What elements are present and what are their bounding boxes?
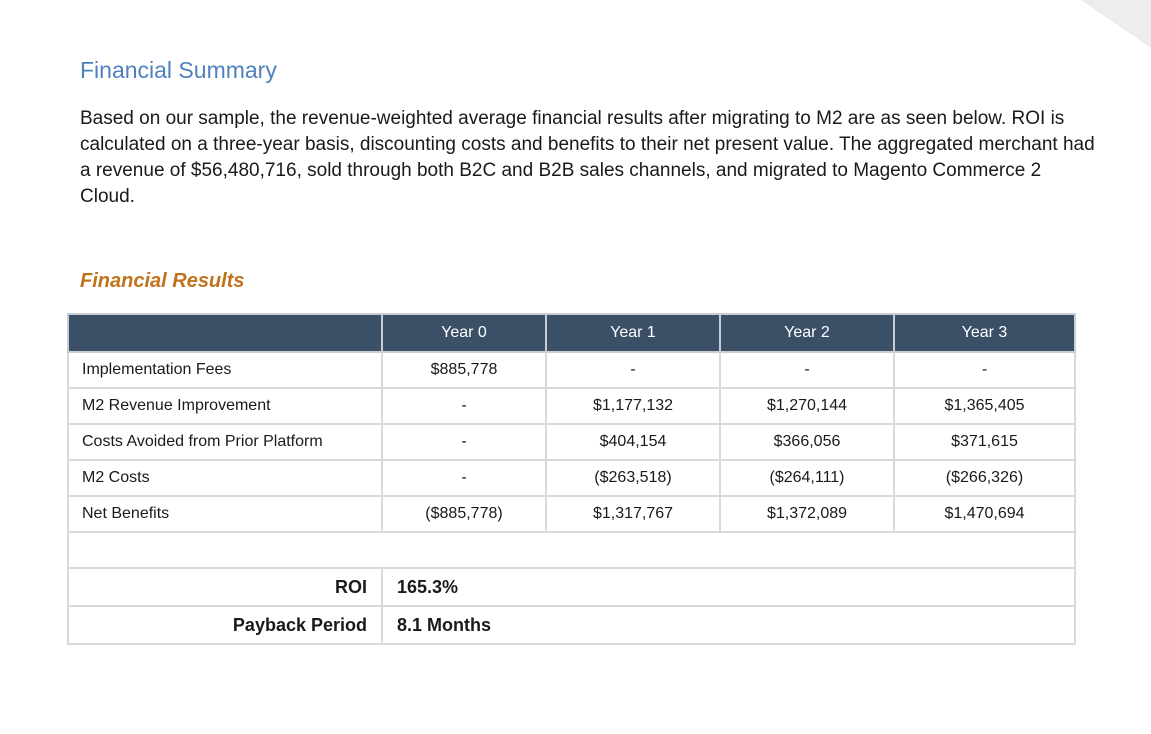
cell-value: $1,365,405 <box>893 387 1076 425</box>
cell-value: $404,154 <box>545 423 721 461</box>
cell-value: ($266,326) <box>893 459 1076 497</box>
cell-value: $1,372,089 <box>719 495 895 533</box>
table-header-row: Year 0 Year 1 Year 2 Year 3 <box>67 313 1076 353</box>
table-row: M2 Costs - ($263,518) ($264,111) ($266,3… <box>67 459 1076 497</box>
header-year-0: Year 0 <box>381 313 547 353</box>
cell-value: - <box>381 423 547 461</box>
cell-value: - <box>719 351 895 389</box>
table-row: Costs Avoided from Prior Platform - $404… <box>67 423 1076 461</box>
cell-value: - <box>893 351 1076 389</box>
page-corner-fold <box>1081 0 1151 48</box>
summary-row-roi: ROI 165.3% <box>67 567 1076 607</box>
table-row: Implementation Fees $885,778 - - - <box>67 351 1076 389</box>
table-row: Net Benefits ($885,778) $1,317,767 $1,37… <box>67 495 1076 533</box>
row-label: Net Benefits <box>67 495 383 533</box>
summary-row-payback: Payback Period 8.1 Months <box>67 605 1076 645</box>
header-cell-empty <box>67 313 383 353</box>
row-label: M2 Revenue Improvement <box>67 387 383 425</box>
cell-value: - <box>381 459 547 497</box>
cell-value: $366,056 <box>719 423 895 461</box>
cell-value: $371,615 <box>893 423 1076 461</box>
cell-value: ($885,778) <box>381 495 547 533</box>
table-spacer-row <box>67 531 1076 569</box>
cell-value: ($264,111) <box>719 459 895 497</box>
spacer-cell <box>67 531 1076 569</box>
payback-period-label: Payback Period <box>67 605 383 645</box>
cell-value: $1,317,767 <box>545 495 721 533</box>
cell-value: $1,177,132 <box>545 387 721 425</box>
intro-paragraph: Based on our sample, the revenue-weighte… <box>80 108 1095 207</box>
cell-value: $1,470,694 <box>893 495 1076 533</box>
header-year-3: Year 3 <box>893 313 1076 353</box>
cell-value: $885,778 <box>381 351 547 389</box>
row-label: Implementation Fees <box>67 351 383 389</box>
cell-value: ($263,518) <box>545 459 721 497</box>
cell-value: - <box>545 351 721 389</box>
table-title: Financial Results <box>80 270 245 292</box>
header-year-2: Year 2 <box>719 313 895 353</box>
roi-value: 165.3% <box>381 567 1076 607</box>
header-year-1: Year 1 <box>545 313 721 353</box>
cell-value: - <box>381 387 547 425</box>
roi-label: ROI <box>67 567 383 607</box>
cell-value: $1,270,144 <box>719 387 895 425</box>
row-label: Costs Avoided from Prior Platform <box>67 423 383 461</box>
payback-period-value: 8.1 Months <box>381 605 1076 645</box>
financial-results-table: Year 0 Year 1 Year 2 Year 3 Implementati… <box>67 313 1076 645</box>
section-title: Financial Summary <box>80 57 277 83</box>
row-label: M2 Costs <box>67 459 383 497</box>
table-row: M2 Revenue Improvement - $1,177,132 $1,2… <box>67 387 1076 425</box>
